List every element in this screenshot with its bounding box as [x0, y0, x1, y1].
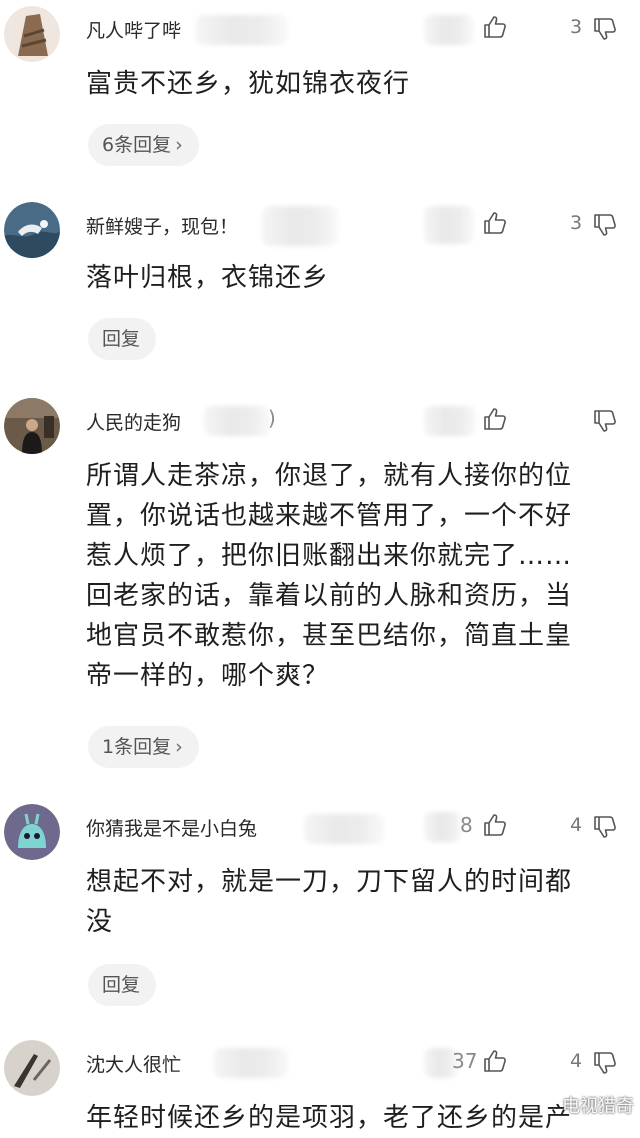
comment-text-line: 没: [86, 907, 114, 937]
thumbs-down-icon[interactable]: [592, 1050, 618, 1076]
reply-label: 回复: [102, 974, 141, 996]
comment-text: 所谓人走茶凉，你退了，就有人接你的位 置，你说话也越来越不管用了，一个不好 惹人…: [86, 456, 616, 696]
comment-text-line: 地官员不敢惹你，甚至巴结你，简直土皇: [86, 621, 573, 651]
thumbs-down-icon[interactable]: [592, 814, 618, 840]
thumbs-down-icon[interactable]: [592, 212, 618, 238]
dislike-count: 4: [570, 814, 583, 836]
reply-label: 回复: [102, 328, 141, 350]
username-trail: ): [268, 406, 276, 430]
avatar[interactable]: [4, 804, 60, 860]
blurred-username-suffix: [196, 15, 288, 45]
username[interactable]: 人民的走狗: [86, 408, 181, 435]
thumbs-up-icon[interactable]: [482, 210, 508, 236]
comment-text-line: 所谓人走茶凉，你退了，就有人接你的位: [86, 461, 573, 491]
comment-text: 富贵不还乡，犹如锦衣夜行: [86, 69, 411, 99]
blurred-username-suffix: [204, 406, 270, 436]
dislike-count: 3: [570, 16, 583, 38]
watermark: 电视猎奇: [562, 1096, 634, 1117]
thumbs-up-icon[interactable]: [482, 406, 508, 432]
reply-label: 6条回复: [102, 134, 172, 156]
blurred-like-count: [424, 406, 476, 436]
avatar[interactable]: [4, 6, 60, 62]
reply-button[interactable]: 1条回复 ›: [88, 726, 199, 768]
comment-text-line: 想起不对，就是一刀，刀下留人的时间都: [86, 867, 573, 897]
reply-button[interactable]: 回复: [88, 318, 157, 360]
blurred-username-suffix: [262, 206, 338, 246]
comment-text: 落叶归根，衣锦还乡: [86, 263, 330, 293]
blurred-like-count: [424, 206, 474, 244]
comment-text: 想起不对，就是一刀，刀下留人的时间都 没: [86, 862, 616, 942]
thumbs-up-icon[interactable]: [482, 1048, 508, 1074]
reply-label: 1条回复: [102, 736, 172, 758]
comment-text-line: 置，你说话也越来越不管用了，一个不好: [86, 501, 573, 531]
comment-text-line: 惹人烦了，把你旧账翻出来你就完了……: [86, 541, 573, 571]
comment-text-line: 帝一样的，哪个爽？: [86, 661, 330, 691]
blurred-username-suffix: [214, 1048, 288, 1078]
like-count-trail: 8: [460, 813, 473, 837]
comment-text: 年轻时候还乡的是项羽，老了还乡的是产: [86, 1103, 573, 1133]
dislike-count: 4: [570, 1050, 583, 1072]
avatar[interactable]: [4, 1040, 60, 1096]
username[interactable]: 你猜我是不是小白兔: [86, 814, 257, 841]
like-count-trail: 37: [452, 1049, 478, 1073]
chevron-right-icon: ›: [175, 736, 183, 758]
username[interactable]: 新鲜嫂子，现包！: [86, 212, 238, 239]
avatar[interactable]: [4, 202, 60, 258]
comment-text-line: 回老家的话，靠着以前的人脉和资历，当: [86, 581, 573, 611]
thumbs-up-icon[interactable]: [482, 812, 508, 838]
reply-button[interactable]: 6条回复 ›: [88, 124, 199, 166]
username[interactable]: 凡人哔了哔: [86, 16, 181, 43]
blurred-like-count: [424, 812, 462, 842]
chevron-right-icon: ›: [175, 134, 183, 156]
thumbs-down-icon[interactable]: [592, 16, 618, 42]
reply-button[interactable]: 回复: [88, 964, 157, 1006]
blurred-like-count: [424, 15, 474, 45]
thumbs-up-icon[interactable]: [482, 14, 508, 40]
blurred-username-suffix: [304, 814, 384, 844]
dislike-count: 3: [570, 212, 583, 234]
avatar[interactable]: [4, 398, 60, 454]
username[interactable]: 沈大人很忙: [86, 1050, 181, 1077]
thumbs-down-icon[interactable]: [592, 408, 618, 434]
